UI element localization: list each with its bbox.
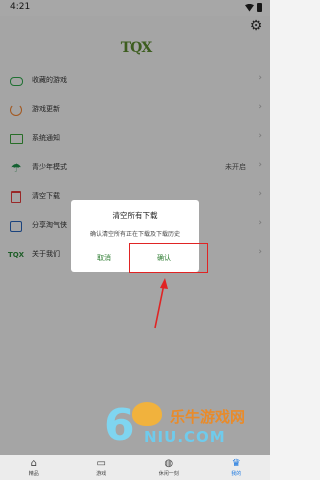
tab-label: 精品: [28, 471, 39, 477]
ball-icon: ◍: [164, 458, 174, 469]
tab-label: 游戏: [96, 471, 107, 477]
site-watermark: 6 乐牛游戏网 NIU.COM: [104, 402, 264, 452]
dialog-message: 确认清空所有正在下载及下载历史: [89, 231, 180, 238]
watermark-domain: NIU.COM: [144, 428, 226, 446]
gamepad-icon: ▭: [96, 458, 106, 469]
dialog-title: 清空所有下载: [112, 211, 158, 220]
trophy-icon: ♛: [231, 458, 241, 469]
tab-casual[interactable]: ◍ 休闲一刻: [135, 455, 203, 480]
tab-label: 休闲一刻: [158, 471, 179, 477]
watermark-six-glyph: 6: [104, 400, 135, 451]
confirm-highlight-box: [129, 243, 208, 273]
cow-mascot-icon: [132, 402, 162, 426]
cancel-button[interactable]: 取消: [77, 250, 131, 266]
tab-label: 我的: [231, 471, 242, 477]
watermark-name: 乐牛游戏网: [170, 408, 246, 426]
bottom-nav: ⌂ 精品 ▭ 游戏 ◍ 休闲一刻 ♛ 我的: [0, 455, 270, 480]
tab-games[interactable]: ▭ 游戏: [68, 455, 136, 480]
tab-mine[interactable]: ♛ 我的: [203, 455, 271, 480]
home-icon: ⌂: [30, 458, 37, 469]
tab-featured[interactable]: ⌂ 精品: [0, 455, 68, 480]
